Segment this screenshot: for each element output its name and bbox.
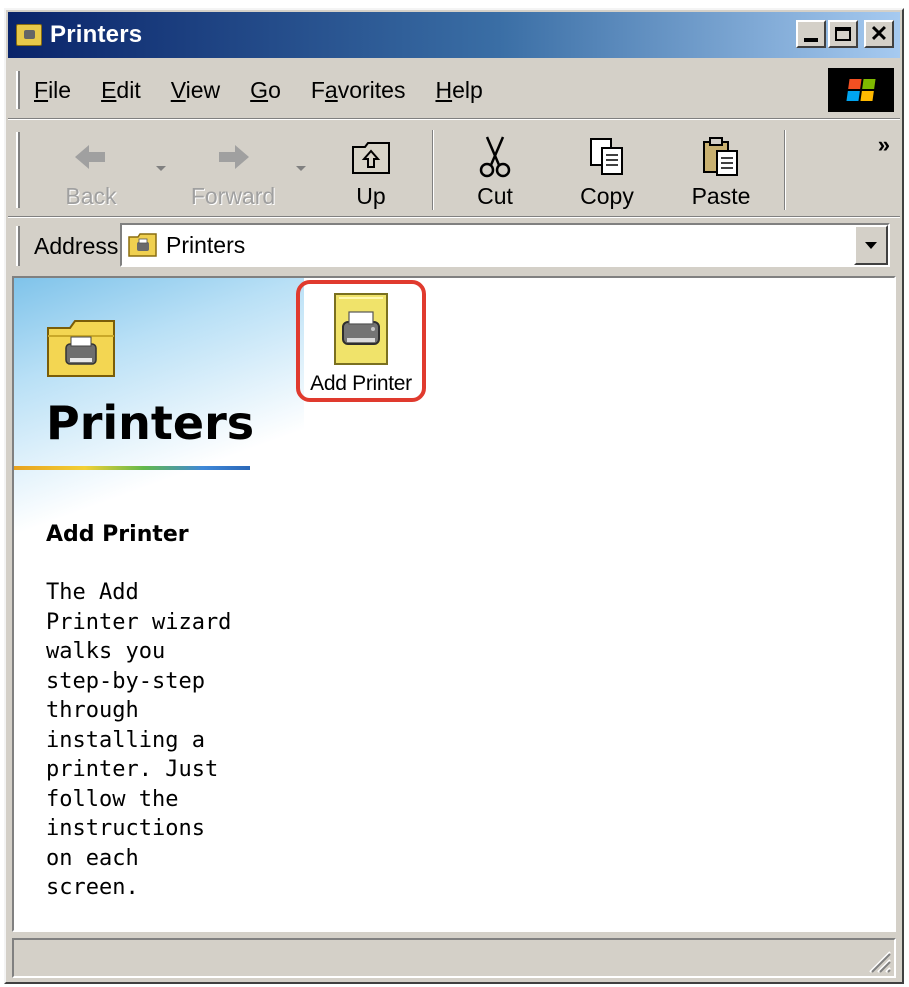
title-bar[interactable]: Printers ✕ — [8, 12, 900, 58]
cut-label: Cut — [477, 183, 513, 209]
web-view-selected-name: Add Printer — [46, 522, 189, 547]
forward-arrow-icon — [219, 145, 249, 169]
address-grip[interactable] — [16, 226, 20, 266]
menu-help-rest: elp — [452, 76, 483, 103]
paste-button[interactable]: Paste — [676, 130, 766, 210]
minimize-icon — [804, 38, 818, 42]
menu-help[interactable]: Help — [435, 77, 482, 104]
maximize-button[interactable] — [828, 20, 858, 48]
paste-label: Paste — [691, 183, 751, 209]
forward-button[interactable]: Forward — [188, 130, 278, 210]
up-folder-icon — [352, 142, 390, 174]
menu-file[interactable]: File — [34, 77, 71, 104]
back-label: Back — [65, 183, 117, 209]
copy-icon — [590, 138, 623, 175]
up-button[interactable]: Up — [326, 130, 416, 210]
menu-edit-rest: dit — [116, 76, 141, 103]
printers-folder-icon — [16, 24, 42, 46]
printers-folder-icon — [47, 320, 115, 377]
back-button[interactable]: Back — [46, 130, 136, 210]
address-label: Address — [34, 232, 119, 259]
web-view-description: The Add Printer wizard walks you step-by… — [46, 580, 232, 900]
standard-toolbar: Back Forward Up Cut Copy Paste » — [8, 122, 900, 216]
menu-separator — [8, 118, 900, 120]
folder-content: Printers Add Printer The Add Printer wiz… — [12, 276, 896, 932]
printers-folder-icon — [128, 233, 157, 257]
windows-flag-icon — [846, 79, 876, 101]
address-dropdown-button[interactable] — [854, 225, 888, 265]
add-printer-icon — [334, 293, 388, 365]
scissors-icon — [479, 136, 511, 178]
window-title: Printers — [50, 21, 143, 48]
menu-edit[interactable]: Edit — [101, 77, 141, 104]
up-label: Up — [356, 183, 386, 209]
status-bar — [12, 938, 896, 978]
copy-label: Copy — [580, 183, 634, 209]
toolbar-grip[interactable] — [16, 132, 20, 208]
toolbar-end-separator — [784, 130, 786, 210]
toolbar-more-chevron-icon[interactable]: » — [878, 132, 890, 158]
explorer-window: Printers ✕ File Edit View Go Favorites H… — [4, 8, 904, 984]
copy-button[interactable]: Copy — [562, 130, 652, 210]
menu-file-rest: ile — [48, 76, 72, 103]
menu-grip[interactable] — [16, 71, 20, 109]
add-printer-label: Add Printer — [310, 372, 412, 395]
address-input[interactable]: Printers — [120, 223, 890, 267]
paste-clipboard-icon — [703, 137, 738, 176]
forward-dropdown-icon[interactable] — [296, 166, 306, 171]
web-view-title: Printers — [46, 396, 255, 450]
back-dropdown-icon[interactable] — [156, 166, 166, 171]
close-button[interactable]: ✕ — [864, 20, 894, 48]
forward-label: Forward — [190, 183, 276, 209]
web-view-panel: Printers Add Printer The Add Printer wiz… — [14, 278, 304, 930]
cut-button[interactable]: Cut — [450, 130, 540, 210]
web-view-divider — [14, 466, 250, 470]
maximize-icon — [835, 27, 851, 41]
menu-view-rest: iew — [185, 76, 221, 103]
minimize-button[interactable] — [796, 20, 826, 48]
resize-grip-icon[interactable] — [866, 948, 892, 974]
menu-bar: File Edit View Go Favorites Help — [8, 64, 900, 116]
add-printer-item[interactable]: Add Printer — [296, 280, 426, 402]
menu-view[interactable]: View — [171, 77, 220, 104]
back-arrow-icon — [75, 145, 105, 169]
window-controls: ✕ — [796, 20, 894, 48]
windows-logo — [828, 68, 894, 112]
menu-go-rest: o — [268, 76, 281, 103]
chevron-down-icon — [865, 241, 877, 249]
toolbar-separator — [432, 130, 434, 210]
menu-go[interactable]: Go — [250, 77, 281, 104]
close-icon: ✕ — [869, 21, 889, 46]
menu-favorites[interactable]: Favorites — [311, 77, 406, 104]
address-bar: Address Printers — [8, 218, 900, 274]
address-value: Printers — [166, 231, 246, 258]
menu-favorites-rest: vorites — [337, 76, 406, 103]
